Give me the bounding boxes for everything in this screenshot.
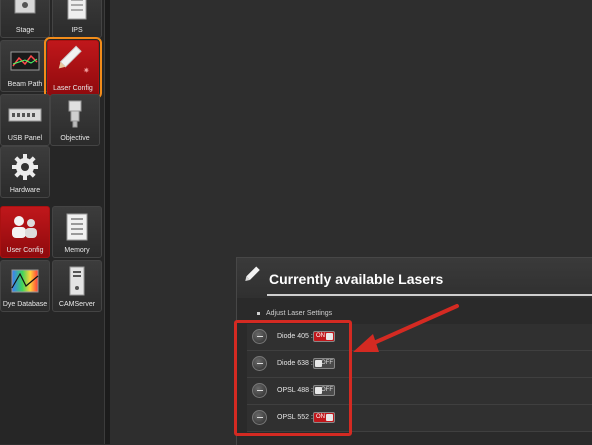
sidebar-item-label: Objective: [60, 135, 90, 142]
ips-icon: [53, 0, 101, 22]
sidebar-item-label: Laser Config: [53, 85, 93, 92]
sidebar-item-label: IPS: [71, 27, 83, 34]
sidebar-item-label: USB Panel: [7, 135, 43, 142]
pencil-icon: [243, 266, 263, 291]
memory-icon: [53, 212, 101, 242]
sidebar-item-label: Hardware: [9, 187, 41, 194]
sidebar-item-ips[interactable]: IPS: [52, 0, 102, 38]
panel-title: Currently available Lasers: [269, 271, 444, 287]
sidebar-item-stage[interactable]: Stage: [0, 0, 50, 38]
pencil-icon: ✷: [48, 45, 98, 76]
gear-icon: [1, 152, 49, 182]
sidebar-item-usb-panel[interactable]: USB Panel: [0, 94, 50, 146]
sidebar-item-label: Beam Path: [7, 81, 43, 88]
sidebar-item-label: User Config: [6, 247, 44, 254]
stage-icon: [1, 0, 49, 22]
dye-database-icon: [1, 266, 49, 296]
title-rule: [267, 294, 592, 296]
svg-text:✷: ✷: [83, 66, 90, 75]
sidebar: Stage IPS Beam Path ✷ Laser Config USB P…: [0, 0, 104, 444]
panel-header: Currently available Lasers: [237, 258, 592, 298]
sidebar-item-label: Stage: [15, 27, 35, 34]
users-icon: [1, 212, 49, 242]
usb-panel-icon: [1, 100, 49, 130]
sidebar-item-label: Memory: [64, 247, 90, 254]
server-icon: [53, 266, 101, 296]
annotation-arrow-icon: [353, 304, 459, 352]
sidebar-item-dye-database[interactable]: Dye Database: [0, 260, 50, 312]
sidebar-item-label: CAMServer: [58, 301, 96, 308]
collapse-bullet-icon: [257, 311, 260, 315]
section-label: Adjust Laser Settings: [266, 310, 333, 317]
objective-icon: [51, 100, 99, 130]
beam-path-icon: [1, 46, 49, 76]
sidebar-item-laser-config[interactable]: ✷ Laser Config: [44, 37, 102, 99]
sidebar-item-user-config[interactable]: User Config: [0, 206, 50, 258]
sidebar-item-objective[interactable]: Objective: [50, 94, 100, 146]
sidebar-item-hardware[interactable]: Hardware: [0, 146, 50, 198]
annotation-highlight-box: [234, 320, 352, 436]
sidebar-item-label: Dye Database: [2, 301, 48, 308]
sidebar-item-camserver[interactable]: CAMServer: [52, 260, 102, 312]
sidebar-divider[interactable]: [104, 0, 110, 444]
section-header[interactable]: Adjust Laser Settings: [257, 310, 332, 317]
sidebar-item-beam-path[interactable]: Beam Path: [0, 40, 50, 92]
sidebar-item-memory[interactable]: Memory: [52, 206, 102, 258]
